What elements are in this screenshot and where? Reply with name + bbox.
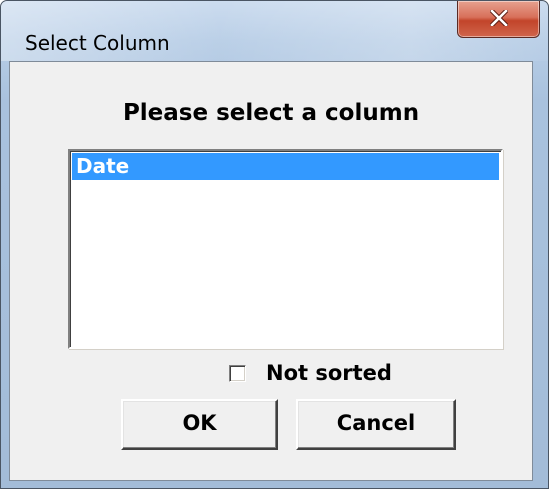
- close-button[interactable]: [457, 1, 540, 38]
- column-listbox[interactable]: Date: [68, 149, 503, 349]
- not-sorted-option[interactable]: Not sorted: [229, 360, 392, 386]
- not-sorted-label[interactable]: Not sorted: [266, 360, 392, 386]
- title-bar[interactable]: Select Column: [1, 1, 548, 61]
- cancel-button[interactable]: Cancel: [296, 399, 456, 450]
- close-icon: [490, 10, 508, 26]
- not-sorted-checkbox[interactable]: [229, 364, 246, 382]
- dialog-body: Please select a column Date Not sorted O…: [9, 61, 533, 481]
- window-title: Select Column: [25, 31, 170, 55]
- ok-button[interactable]: OK: [121, 399, 278, 450]
- dialog-window: Select Column Please select a column Dat…: [0, 0, 549, 489]
- prompt-text: Please select a column: [122, 100, 420, 126]
- list-item-date[interactable]: Date: [72, 153, 499, 180]
